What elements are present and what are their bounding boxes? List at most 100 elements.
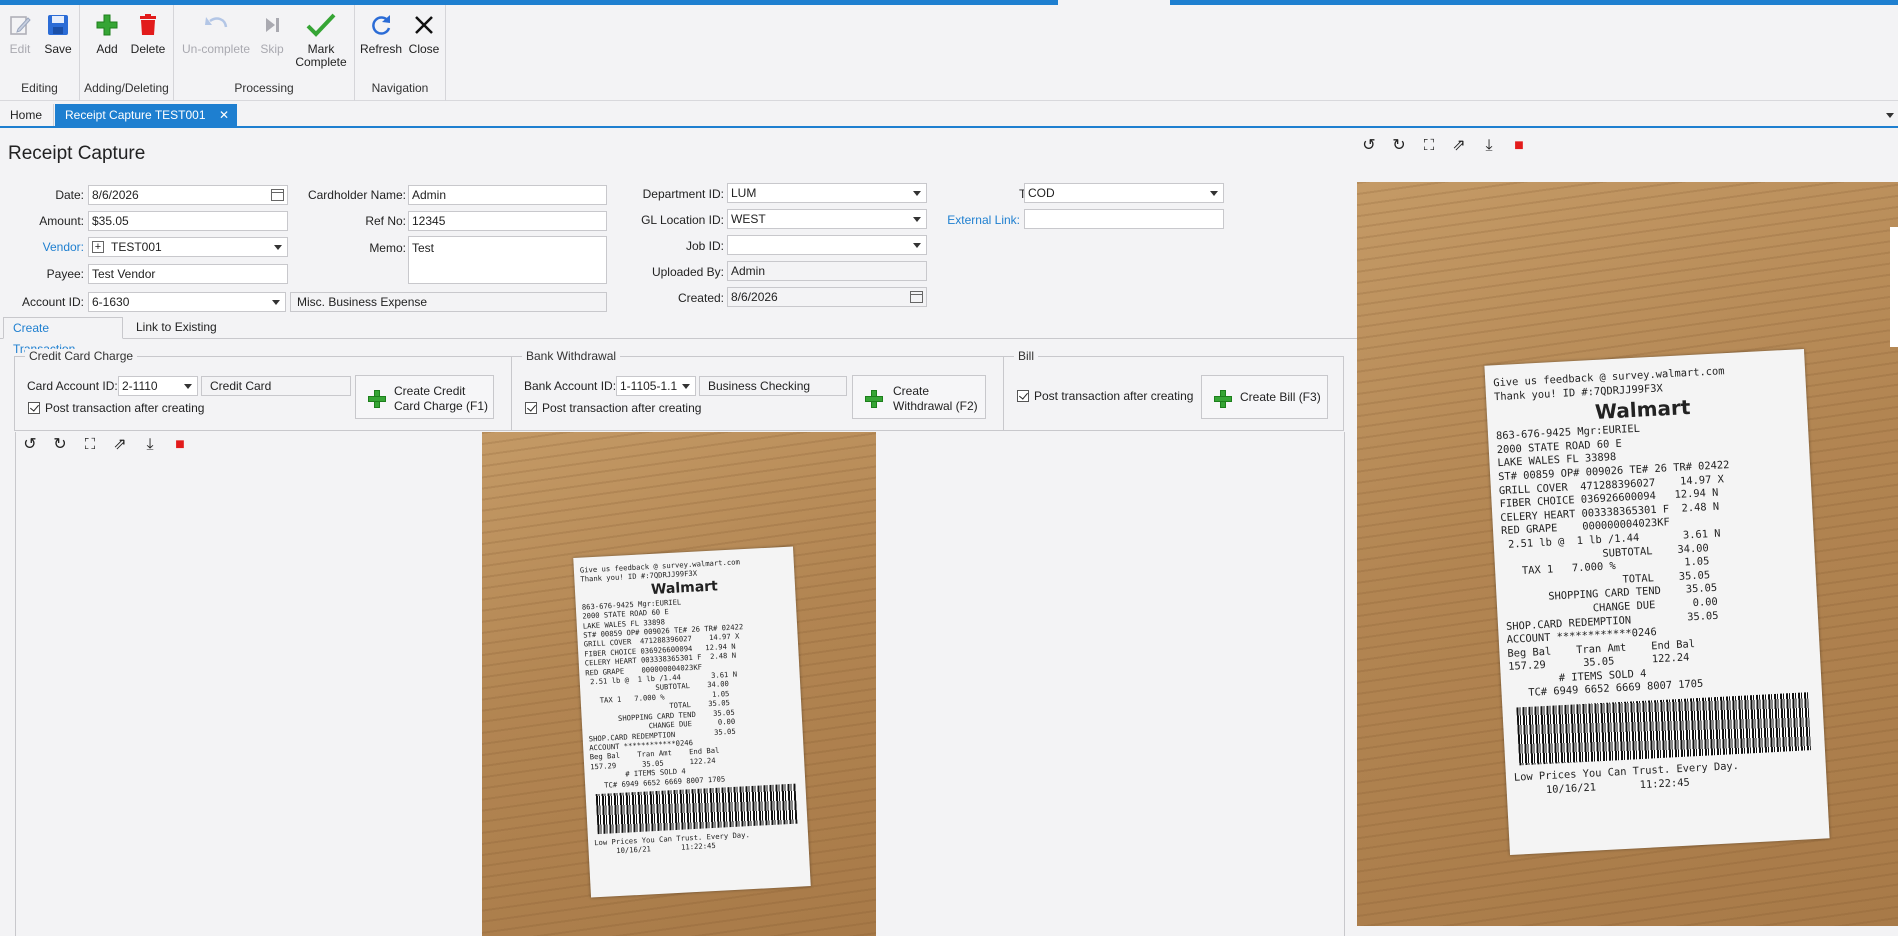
save-button[interactable]: Save xyxy=(42,13,74,56)
tab-link-to-existing[interactable]: Link to Existing xyxy=(127,317,237,339)
cardholder-label: Cardholder Name: xyxy=(307,188,406,202)
tabs-overflow-chevron-icon[interactable] xyxy=(1886,113,1894,118)
page-title: Receipt Capture xyxy=(8,143,146,164)
chevron-down-icon xyxy=(1210,191,1218,196)
create-bill-button[interactable]: Create Bill (F3) xyxy=(1201,375,1328,419)
terms-dropdown[interactable]: COD xyxy=(1024,183,1224,203)
card-account-dropdown[interactable]: 2-1110 xyxy=(118,376,198,396)
department-dropdown[interactable]: LUM xyxy=(727,183,927,203)
chevron-down-icon xyxy=(272,300,280,305)
uncomplete-label: Un-complete xyxy=(181,42,251,56)
calendar-icon[interactable] xyxy=(271,189,284,201)
account-dropdown[interactable]: 6-1630 xyxy=(88,292,286,312)
close-button[interactable]: Close xyxy=(407,13,441,56)
fit-icon[interactable]: ⛶ xyxy=(78,432,102,458)
external-link-field[interactable] xyxy=(1024,209,1224,229)
plus-icon xyxy=(1214,390,1232,408)
post-after-creating-checkbox[interactable] xyxy=(525,402,537,414)
rotate-right-icon[interactable]: ↻ xyxy=(1387,133,1411,159)
tab-close-icon[interactable]: ✕ xyxy=(219,104,229,126)
uncomplete-button[interactable]: Un-complete xyxy=(180,13,252,56)
scrollbar-thumb[interactable] xyxy=(1890,227,1898,347)
skip-button[interactable]: Skip xyxy=(258,13,286,56)
ribbon-group-adding-deleting: Add Delete Adding/Deleting xyxy=(80,5,174,101)
job-dropdown[interactable] xyxy=(727,235,927,255)
tab-home[interactable]: Home xyxy=(0,104,54,126)
download-icon[interactable]: ⤓ xyxy=(1477,133,1501,159)
chevron-down-icon xyxy=(913,217,921,222)
barcode xyxy=(595,783,798,835)
download-icon[interactable]: ⤓ xyxy=(138,432,162,458)
created-value: 8/6/2026 xyxy=(731,290,778,304)
delete-label: Delete xyxy=(130,42,166,56)
delete-button[interactable]: Delete xyxy=(128,13,168,56)
open-external-icon[interactable]: ⇗ xyxy=(1447,133,1471,159)
bank-account-description: Business Checking xyxy=(699,376,847,396)
post-after-creating-checkbox[interactable] xyxy=(1017,390,1029,402)
create-credit-card-charge-button[interactable]: Create Credit Card Charge (F1) xyxy=(355,375,494,419)
document-tabs: Home Receipt Capture TEST001 ✕ xyxy=(0,104,1898,128)
job-label: Job ID: xyxy=(685,239,724,253)
refresh-button[interactable]: Refresh xyxy=(360,13,402,56)
date-field[interactable]: 8/6/2026 xyxy=(88,185,288,205)
tab-create-transaction[interactable]: Create Transaction xyxy=(3,317,123,356)
created-label: Created: xyxy=(677,291,724,305)
ref-no-field[interactable]: 12345 xyxy=(408,211,607,231)
gl-location-label: GL Location ID: xyxy=(641,213,724,227)
trash-icon[interactable]: ■ xyxy=(168,432,192,458)
tab-receipt-capture[interactable]: Receipt Capture TEST001 ✕ xyxy=(55,104,237,126)
edit-button[interactable]: Edit xyxy=(6,13,34,56)
fit-icon[interactable]: ⛶ xyxy=(1417,133,1441,159)
ribbon-group-label: Editing xyxy=(21,81,58,95)
amount-field[interactable]: $35.05 xyxy=(88,211,288,231)
bank-account-label: Bank Account ID: xyxy=(524,379,617,393)
plus-icon xyxy=(865,390,883,408)
create-withdrawal-line2: Withdrawal (F2) xyxy=(893,399,978,413)
mark-complete-button[interactable]: Mark Complete xyxy=(292,13,350,69)
rotate-right-icon[interactable]: ↻ xyxy=(48,432,72,458)
vendor-add-icon[interactable]: + xyxy=(92,241,104,253)
bill-panel: Bill Post transaction after creating Cre… xyxy=(1003,349,1344,431)
gl-location-dropdown[interactable]: WEST xyxy=(727,209,927,229)
receipt-photo-large[interactable]: Give us feedback @ survey.walmart.com Th… xyxy=(1357,182,1898,926)
barcode xyxy=(1516,692,1811,766)
credit-card-title: Credit Card Charge xyxy=(25,349,138,363)
edit-label: Edit xyxy=(9,42,31,56)
gl-location-value: WEST xyxy=(731,212,766,226)
vendor-value: TEST001 xyxy=(111,240,162,254)
memo-label: Memo: xyxy=(369,241,406,255)
post-after-creating-checkbox[interactable] xyxy=(28,402,40,414)
bank-withdrawal-panel: Bank Withdrawal Bank Account ID: 1-1105-… xyxy=(511,349,1004,431)
account-value: 6-1630 xyxy=(92,295,130,309)
ribbon-group-navigation: Refresh Close Navigation xyxy=(355,5,446,101)
terms-value: COD xyxy=(1028,186,1055,200)
receipt-image-viewer[interactable]: ↺ ↻ ⛶ ⇗ ⤓ ■ Give us feedback @ survey.wa… xyxy=(15,432,1345,936)
rotate-left-icon[interactable]: ↺ xyxy=(1357,133,1381,159)
ref-no-label: Ref No: xyxy=(365,214,406,228)
vendor-dropdown[interactable]: + TEST001 xyxy=(88,237,288,257)
rotate-left-icon[interactable]: ↺ xyxy=(18,432,42,458)
save-label: Save xyxy=(44,42,72,56)
checkmark-icon xyxy=(306,13,336,37)
skip-label: Skip xyxy=(260,42,284,56)
add-button[interactable]: Add xyxy=(94,13,120,56)
cardholder-field[interactable]: Admin xyxy=(408,185,607,205)
create-withdrawal-button[interactable]: Create Withdrawal (F2) xyxy=(852,375,986,419)
card-account-value: 2-1110 xyxy=(122,379,158,393)
date-value: 8/6/2026 xyxy=(92,188,139,202)
ribbon-group-editing: Edit Save Editing xyxy=(0,5,80,101)
payee-label: Payee: xyxy=(46,267,84,281)
bank-account-dropdown[interactable]: 1-1105-1.1 xyxy=(616,376,696,396)
mark-complete-label-2: Complete xyxy=(295,55,347,69)
payee-field[interactable]: Test Vendor xyxy=(88,264,288,284)
external-link[interactable]: External Link: xyxy=(940,213,1020,227)
ribbon-group-processing: Un-complete Skip Mark Complete Processin… xyxy=(174,5,355,101)
vendor-link[interactable]: Vendor: xyxy=(0,240,84,254)
open-external-icon[interactable]: ⇗ xyxy=(108,432,132,458)
uploaded-by-label: Uploaded By: xyxy=(651,265,724,279)
ribbon-group-label: Adding/Deleting xyxy=(84,81,169,95)
trash-icon[interactable]: ■ xyxy=(1507,133,1531,159)
memo-textarea[interactable]: Test xyxy=(408,236,607,284)
post-after-creating-label: Post transaction after creating xyxy=(542,401,702,415)
plus-icon xyxy=(96,14,118,36)
